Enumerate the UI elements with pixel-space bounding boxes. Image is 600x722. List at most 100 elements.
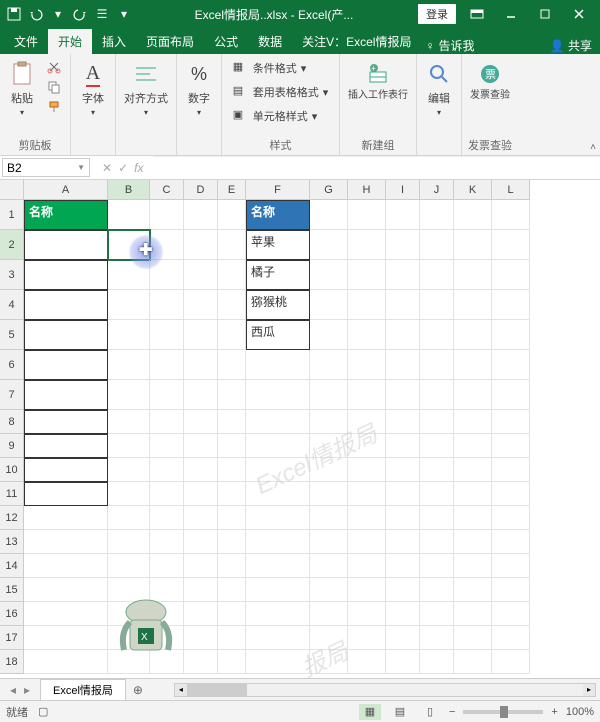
cell-A13[interactable] bbox=[24, 530, 108, 554]
accept-formula-icon[interactable]: ✓ bbox=[118, 161, 128, 175]
cell-I15[interactable] bbox=[386, 578, 420, 602]
cell-D9[interactable] bbox=[184, 434, 218, 458]
cell-F7[interactable] bbox=[246, 380, 310, 410]
cell-G5[interactable] bbox=[310, 320, 348, 350]
cell-E1[interactable] bbox=[218, 200, 246, 230]
macro-record-icon[interactable]: ▢ bbox=[38, 705, 48, 718]
cell-A8[interactable] bbox=[24, 410, 108, 434]
cell-B9[interactable] bbox=[108, 434, 150, 458]
scroll-left-icon[interactable]: ◂ bbox=[175, 684, 187, 696]
cell-E7[interactable] bbox=[218, 380, 246, 410]
cell-F9[interactable] bbox=[246, 434, 310, 458]
cell-B14[interactable] bbox=[108, 554, 150, 578]
cell-K16[interactable] bbox=[454, 602, 492, 626]
cell-J15[interactable] bbox=[420, 578, 454, 602]
cell-K17[interactable] bbox=[454, 626, 492, 650]
cell-L18[interactable] bbox=[492, 650, 530, 674]
cell-F16[interactable] bbox=[246, 602, 310, 626]
cell-E18[interactable] bbox=[218, 650, 246, 674]
row-header-11[interactable]: 11 bbox=[0, 482, 24, 506]
col-header-L[interactable]: L bbox=[492, 180, 530, 200]
cell-C2[interactable] bbox=[150, 230, 184, 260]
tab-file[interactable]: 文件 bbox=[4, 29, 48, 54]
cell-D2[interactable] bbox=[184, 230, 218, 260]
cell-A1[interactable]: 名称 bbox=[24, 200, 108, 230]
edit-button[interactable]: 编辑 ▾ bbox=[423, 58, 455, 119]
cell-A5[interactable] bbox=[24, 320, 108, 350]
cell-D1[interactable] bbox=[184, 200, 218, 230]
cell-G3[interactable] bbox=[310, 260, 348, 290]
cell-K12[interactable] bbox=[454, 506, 492, 530]
cell-G12[interactable] bbox=[310, 506, 348, 530]
cell-F10[interactable] bbox=[246, 458, 310, 482]
cell-L17[interactable] bbox=[492, 626, 530, 650]
cell-I10[interactable] bbox=[386, 458, 420, 482]
cell-J17[interactable] bbox=[420, 626, 454, 650]
cell-A10[interactable] bbox=[24, 458, 108, 482]
cell-H4[interactable] bbox=[348, 290, 386, 320]
row-header-1[interactable]: 1 bbox=[0, 200, 24, 230]
cell-I3[interactable] bbox=[386, 260, 420, 290]
cell-E6[interactable] bbox=[218, 350, 246, 380]
cancel-formula-icon[interactable]: ✕ bbox=[102, 161, 112, 175]
cut-icon[interactable] bbox=[44, 58, 64, 76]
tab-insert[interactable]: 插入 bbox=[92, 29, 136, 54]
cell-G6[interactable] bbox=[310, 350, 348, 380]
cell-C1[interactable] bbox=[150, 200, 184, 230]
cell-J10[interactable] bbox=[420, 458, 454, 482]
cells-area[interactable]: 名称名称苹果橘子猕猴桃西瓜 bbox=[24, 200, 530, 674]
cell-A15[interactable] bbox=[24, 578, 108, 602]
cell-H10[interactable] bbox=[348, 458, 386, 482]
cell-K2[interactable] bbox=[454, 230, 492, 260]
col-header-G[interactable]: G bbox=[310, 180, 348, 200]
cell-I5[interactable] bbox=[386, 320, 420, 350]
cell-B8[interactable] bbox=[108, 410, 150, 434]
cell-C13[interactable] bbox=[150, 530, 184, 554]
cell-D11[interactable] bbox=[184, 482, 218, 506]
cell-C8[interactable] bbox=[150, 410, 184, 434]
cell-L16[interactable] bbox=[492, 602, 530, 626]
cell-D10[interactable] bbox=[184, 458, 218, 482]
cell-G16[interactable] bbox=[310, 602, 348, 626]
row-header-6[interactable]: 6 bbox=[0, 350, 24, 380]
cell-L7[interactable] bbox=[492, 380, 530, 410]
cell-K13[interactable] bbox=[454, 530, 492, 554]
cell-F8[interactable] bbox=[246, 410, 310, 434]
cell-L8[interactable] bbox=[492, 410, 530, 434]
cell-F13[interactable] bbox=[246, 530, 310, 554]
cell-H8[interactable] bbox=[348, 410, 386, 434]
cell-I1[interactable] bbox=[386, 200, 420, 230]
cell-C14[interactable] bbox=[150, 554, 184, 578]
cell-I18[interactable] bbox=[386, 650, 420, 674]
tab-home[interactable]: 开始 bbox=[48, 29, 92, 54]
cell-E13[interactable] bbox=[218, 530, 246, 554]
cell-E12[interactable] bbox=[218, 506, 246, 530]
cell-L14[interactable] bbox=[492, 554, 530, 578]
row-header-13[interactable]: 13 bbox=[0, 530, 24, 554]
collapse-ribbon-icon[interactable]: ˄ bbox=[590, 142, 596, 153]
cell-E10[interactable] bbox=[218, 458, 246, 482]
cell-A2[interactable] bbox=[24, 230, 108, 260]
row-header-12[interactable]: 12 bbox=[0, 506, 24, 530]
cell-H7[interactable] bbox=[348, 380, 386, 410]
cell-I14[interactable] bbox=[386, 554, 420, 578]
cell-A17[interactable] bbox=[24, 626, 108, 650]
cell-K6[interactable] bbox=[454, 350, 492, 380]
cell-B1[interactable] bbox=[108, 200, 150, 230]
sheet-next-icon[interactable]: ▸ bbox=[24, 683, 30, 697]
cell-F6[interactable] bbox=[246, 350, 310, 380]
tab-layout[interactable]: 页面布局 bbox=[136, 29, 204, 54]
cell-E4[interactable] bbox=[218, 290, 246, 320]
cell-H12[interactable] bbox=[348, 506, 386, 530]
row-header-10[interactable]: 10 bbox=[0, 458, 24, 482]
cell-D13[interactable] bbox=[184, 530, 218, 554]
row-header-7[interactable]: 7 bbox=[0, 380, 24, 410]
cell-I12[interactable] bbox=[386, 506, 420, 530]
cell-B10[interactable] bbox=[108, 458, 150, 482]
cell-L5[interactable] bbox=[492, 320, 530, 350]
cell-F11[interactable] bbox=[246, 482, 310, 506]
cell-B6[interactable] bbox=[108, 350, 150, 380]
formula-input[interactable] bbox=[153, 156, 600, 179]
cell-F15[interactable] bbox=[246, 578, 310, 602]
align-button[interactable]: 对齐方式 ▾ bbox=[122, 58, 170, 119]
